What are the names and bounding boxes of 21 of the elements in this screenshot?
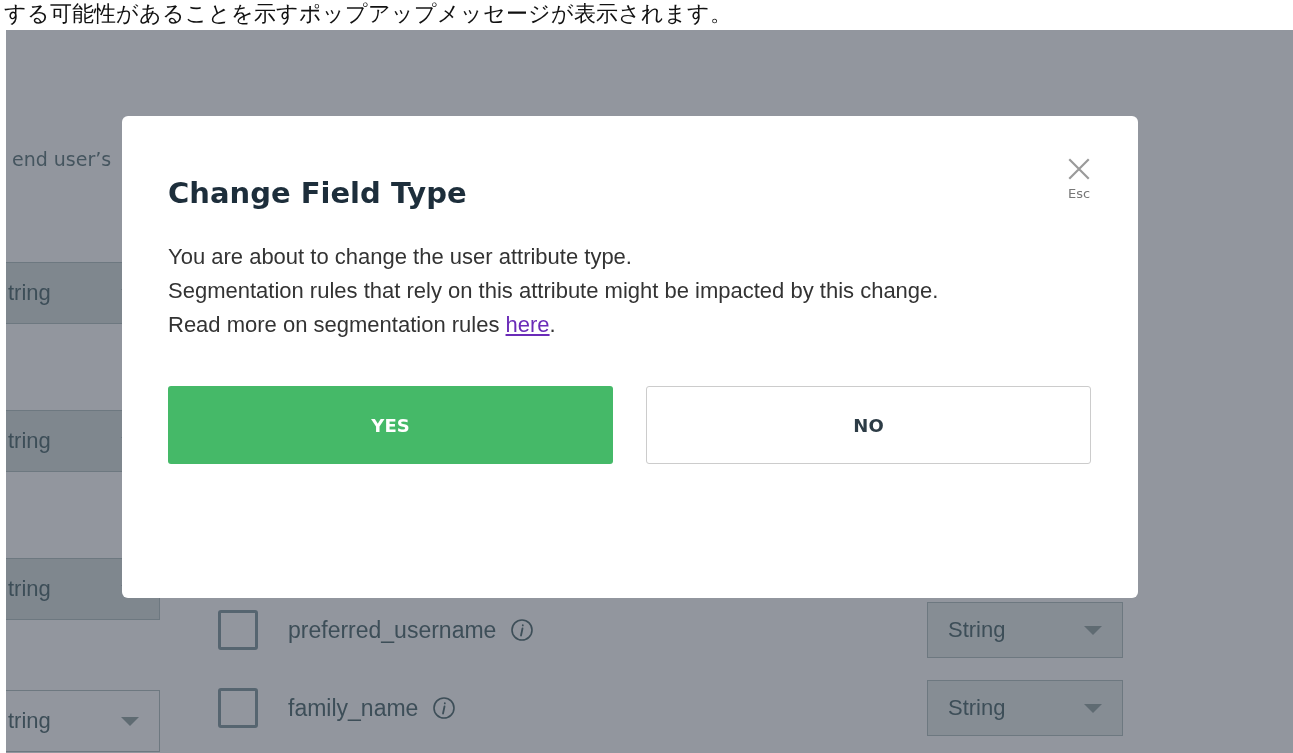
close-icon <box>1066 156 1092 182</box>
info-icon[interactable] <box>510 618 535 642</box>
here-link[interactable]: here <box>505 312 550 337</box>
checkbox[interactable] <box>218 610 258 650</box>
caret-icon <box>1084 625 1102 635</box>
dialog-message: You are about to change the user attribute type. Segmentation rules that rely on this attribute might be impacted by this change. Read more on segmentation rules here. <box>168 243 940 339</box>
type-select[interactable]: String <box>927 680 1123 736</box>
description-text: end user’s <box>11 148 113 172</box>
dialog-title: Change Field Type <box>168 176 467 210</box>
info-icon[interactable] <box>432 696 457 720</box>
checkbox[interactable] <box>218 688 258 728</box>
type-select[interactable]: tring <box>6 690 160 752</box>
type-select[interactable]: String <box>927 602 1123 658</box>
attribute-name: family_name <box>288 694 419 722</box>
attribute-name: preferred_username <box>288 616 497 644</box>
document-caption: する可能性があることを示すポップアップメッセージが表示されます。 <box>3 0 733 28</box>
caret-icon <box>121 716 139 726</box>
confirm-button[interactable]: YES <box>168 386 613 464</box>
close-button[interactable]: Esc <box>1066 156 1092 201</box>
cancel-button[interactable]: NO <box>646 386 1091 464</box>
caret-icon <box>1084 703 1102 713</box>
